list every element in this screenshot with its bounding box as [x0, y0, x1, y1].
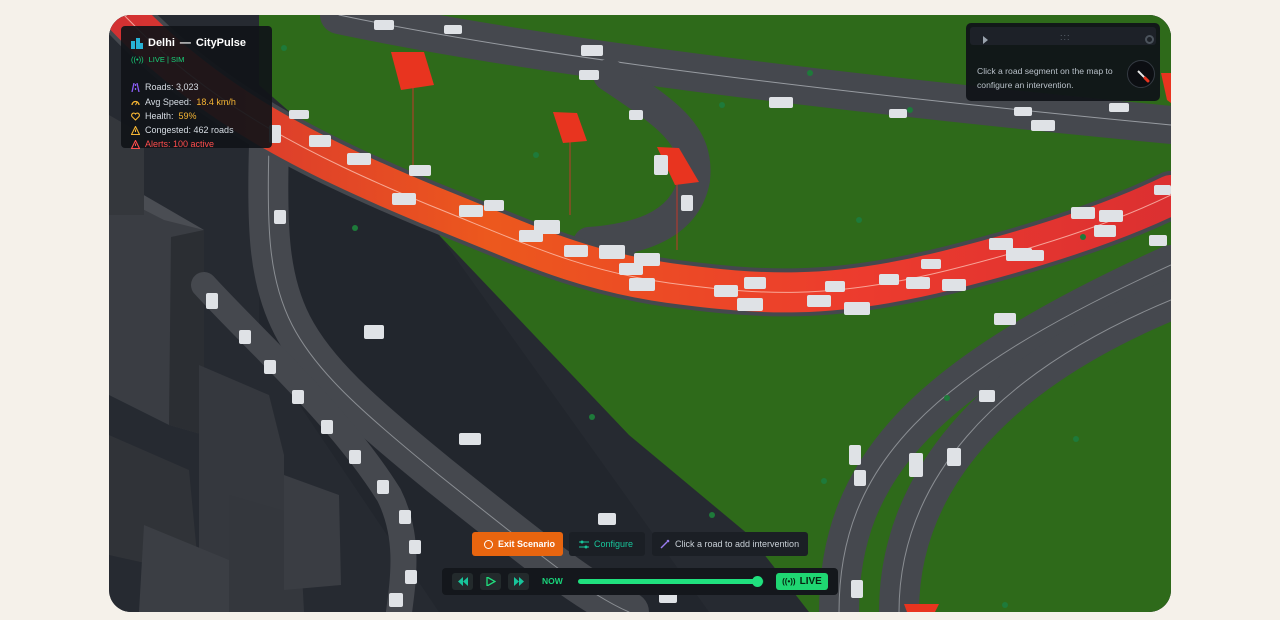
congested-value: Congested: 462 roads: [145, 125, 234, 135]
configure-button[interactable]: Configure: [569, 532, 645, 556]
app-frame: Delhi — CityPulse ((•)) LIVE | SIM Roads…: [109, 15, 1171, 612]
exit-scenario-button[interactable]: Exit Scenario: [472, 532, 563, 556]
timeline-progress: [578, 579, 759, 584]
drag-handle-icon[interactable]: :::: [1060, 32, 1071, 42]
title-separator: —: [179, 37, 191, 49]
mode-label: LIVE | SIM: [148, 55, 185, 64]
stat-health: Health: 59%: [131, 111, 197, 121]
city-icon: [131, 37, 143, 49]
rewind-button[interactable]: [452, 573, 473, 590]
alert-icon: [131, 139, 140, 149]
roads-value: Roads: 3,023: [145, 82, 199, 92]
panel-drag-bar[interactable]: :::: [970, 27, 1156, 45]
timeline-slider[interactable]: [578, 576, 764, 587]
hint-text: Click a road to add intervention: [675, 539, 800, 549]
intervention-message: Click a road segment on the map to confi…: [977, 66, 1113, 90]
paintbrush-icon: [1137, 70, 1150, 83]
intervention-hint: Click a road to add intervention: [652, 532, 808, 556]
play-button[interactable]: [480, 573, 501, 590]
intervention-panel: ::: Click a road segment on the map to c…: [966, 23, 1160, 101]
collapse-icon[interactable]: [983, 36, 988, 44]
magic-wand-icon: [660, 539, 670, 549]
speed-label: Avg Speed:: [145, 97, 192, 107]
app-name: CityPulse: [195, 37, 247, 49]
broadcast-icon: ((•)): [782, 577, 796, 586]
mode-indicator[interactable]: ((•)) LIVE | SIM: [131, 55, 184, 64]
stat-congested: Congested: 462 roads: [131, 125, 234, 135]
rewind-icon: [458, 577, 468, 586]
road-icon: [131, 82, 140, 92]
stats-panel: Delhi — CityPulse ((•)) LIVE | SIM Roads…: [121, 26, 272, 149]
gauge-icon: [131, 100, 140, 105]
city-name: Delhi: [148, 37, 175, 49]
stat-alerts[interactable]: Alerts: 100 active: [131, 139, 214, 149]
exit-scenario-label: Exit Scenario: [498, 539, 556, 549]
broadcast-icon: ((•)): [131, 55, 144, 64]
timeline-handle[interactable]: [752, 576, 764, 587]
close-circle-icon: [484, 539, 493, 549]
timeline-bar: NOW ((•)) LIVE: [442, 568, 838, 595]
speed-value: 18.4 km/h: [196, 97, 236, 107]
live-label: LIVE: [799, 576, 822, 587]
live-button[interactable]: ((•)) LIVE: [776, 573, 828, 590]
paintbrush-button[interactable]: [1127, 60, 1155, 88]
configure-label: Configure: [594, 539, 634, 549]
stat-roads: Roads: 3,023: [131, 82, 199, 92]
stat-speed: Avg Speed: 18.4 km/h: [131, 97, 236, 107]
heart-icon: [131, 112, 140, 121]
app-title: Delhi — CityPulse: [131, 37, 246, 49]
now-label: NOW: [542, 576, 563, 586]
fast-forward-button[interactable]: [508, 573, 529, 590]
health-label: Health:: [145, 111, 174, 121]
sliders-icon: [579, 540, 589, 548]
play-icon: [486, 577, 496, 586]
warning-icon: [131, 125, 140, 135]
fast-forward-icon: [514, 577, 524, 586]
settings-icon[interactable]: [1145, 35, 1154, 44]
alerts-value: Alerts: 100 active: [145, 139, 215, 149]
health-value: 59%: [178, 111, 197, 121]
